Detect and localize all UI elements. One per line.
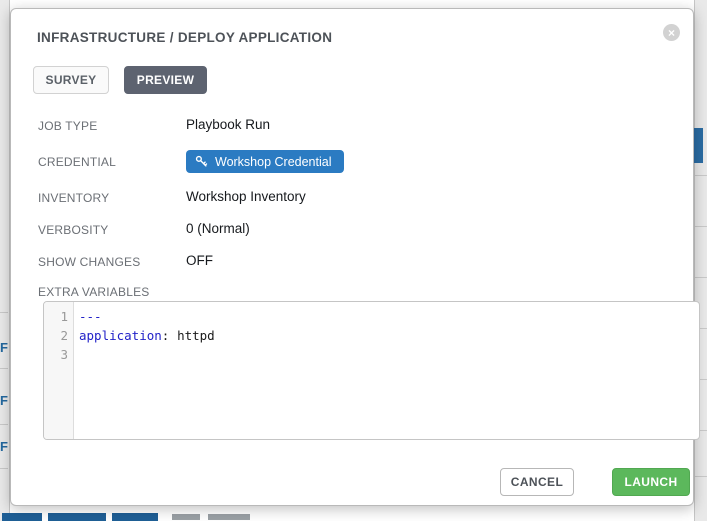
credential-label: CREDENTIAL xyxy=(38,155,116,169)
yaml-key: application xyxy=(79,328,162,343)
line-number: 3 xyxy=(44,345,73,364)
deploy-application-modal: INFRASTRUCTURE / DEPLOY APPLICATION × SU… xyxy=(10,8,694,506)
background-row-link: F xyxy=(0,440,8,453)
inventory-label: INVENTORY xyxy=(38,191,109,205)
row-divider xyxy=(695,175,707,176)
yaml-value: httpd xyxy=(177,328,215,343)
job-type-value: Playbook Run xyxy=(186,117,270,132)
row-divider xyxy=(0,468,8,469)
row-divider xyxy=(0,368,8,369)
tab-survey[interactable]: SURVEY xyxy=(33,66,109,94)
job-type-label: JOB TYPE xyxy=(38,119,97,133)
editor-line-number-gutter: 1 2 3 xyxy=(44,302,74,439)
extra-variables-editor[interactable]: 1 2 3 --- application: httpd xyxy=(43,301,700,440)
row-divider xyxy=(0,312,8,313)
code-line-2: application: httpd xyxy=(79,326,699,345)
verbosity-value: 0 (Normal) xyxy=(186,221,250,236)
launch-button[interactable]: LAUNCH xyxy=(612,468,690,496)
close-icon[interactable]: × xyxy=(663,24,680,41)
extra-variables-label: EXTRA VARIABLES xyxy=(38,285,150,299)
modal-title: INFRASTRUCTURE / DEPLOY APPLICATION xyxy=(37,30,332,45)
line-number: 2 xyxy=(44,326,73,345)
clipped-link-text xyxy=(112,513,158,521)
background-blue-chip xyxy=(694,128,703,163)
row-divider xyxy=(695,476,707,477)
inventory-value: Workshop Inventory xyxy=(186,189,306,204)
row-divider xyxy=(695,226,707,227)
editor-code-area[interactable]: --- application: httpd xyxy=(74,302,699,439)
clipped-link-text xyxy=(48,513,106,521)
verbosity-label: VERBOSITY xyxy=(38,223,108,237)
yaml-colon: : xyxy=(162,328,170,343)
background-row-link: F xyxy=(0,394,8,407)
credential-badge-label: Workshop Credential xyxy=(215,155,332,169)
code-line-3 xyxy=(79,345,699,364)
clipped-link-text xyxy=(2,513,42,521)
code-line-1: --- xyxy=(79,307,699,326)
tab-preview[interactable]: PREVIEW xyxy=(124,66,207,94)
show-changes-label: SHOW CHANGES xyxy=(38,255,140,269)
cancel-button[interactable]: CANCEL xyxy=(500,468,574,496)
row-divider xyxy=(0,424,8,425)
line-number: 1 xyxy=(44,307,73,326)
background-row-link: F xyxy=(0,341,8,354)
row-divider xyxy=(695,277,707,278)
clipped-muted-text xyxy=(172,514,200,520)
clipped-muted-text xyxy=(208,514,250,520)
show-changes-value: OFF xyxy=(186,253,213,268)
background-page-left-edge: F F F xyxy=(0,0,10,521)
key-icon xyxy=(195,155,208,168)
yaml-doc-start: --- xyxy=(79,309,102,324)
background-page-right-edge xyxy=(694,0,707,521)
credential-badge[interactable]: Workshop Credential xyxy=(186,150,344,173)
